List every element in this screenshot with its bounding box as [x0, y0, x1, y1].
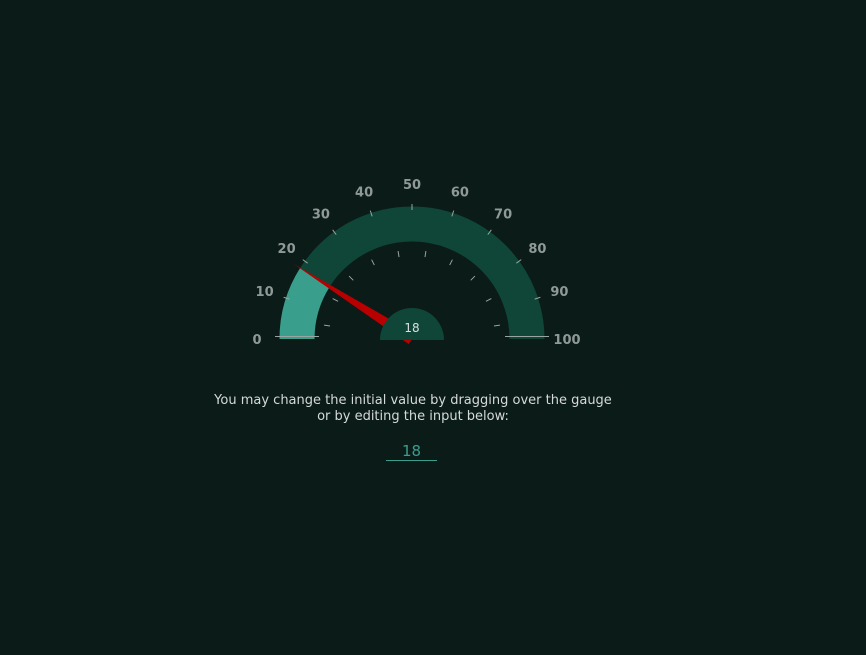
tick-label: 50: [403, 178, 421, 193]
minor-tick: [371, 259, 375, 266]
minor-tick: [470, 275, 476, 281]
instructions-line-1: You may change the initial value by drag…: [214, 393, 612, 408]
tick-label: 20: [278, 242, 296, 257]
gauge-fill[interactable]: [279, 268, 330, 340]
tick-label: 10: [256, 285, 274, 300]
tick-label: 60: [451, 186, 469, 201]
minor-tick: [424, 251, 427, 258]
gauge-value-input[interactable]: [386, 441, 437, 461]
gauge-value-label: 18: [404, 321, 419, 335]
tick-label: 0: [252, 333, 261, 348]
instructions-line-2: or by editing the input below:: [317, 409, 509, 424]
minor-tick: [348, 275, 354, 281]
minor-tick: [324, 324, 331, 327]
tick-label: 70: [494, 208, 512, 223]
tick-label: 40: [355, 186, 373, 201]
tick-label: 90: [550, 285, 568, 300]
instructions: You may change the initial value by drag…: [0, 393, 826, 425]
tick-label: 30: [312, 208, 330, 223]
tick-label: 100: [553, 333, 580, 348]
minor-tick: [493, 324, 500, 327]
gauge[interactable]: 0 10 20 30 40 50 60 70 80 90 100 18: [0, 0, 866, 655]
minor-tick: [397, 251, 400, 258]
minor-tick: [485, 298, 492, 302]
minor-tick: [332, 298, 339, 302]
tick-label: 80: [528, 242, 546, 257]
minor-tick: [449, 259, 453, 266]
